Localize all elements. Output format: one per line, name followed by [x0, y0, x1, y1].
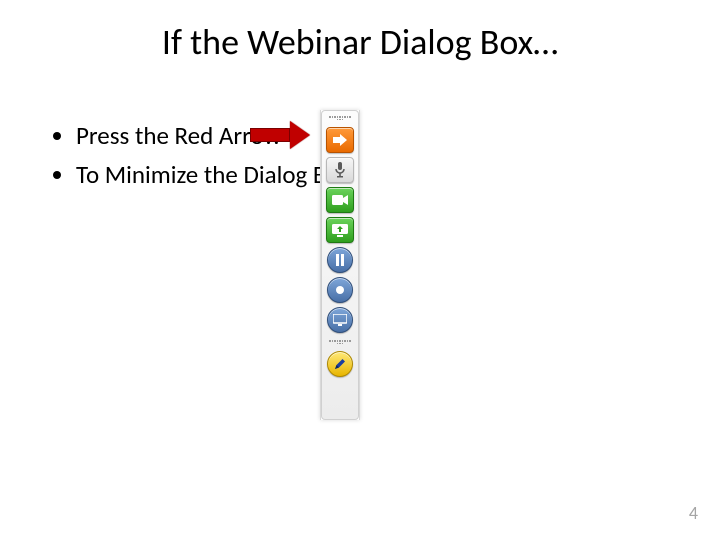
- pause-button[interactable]: [327, 247, 353, 273]
- pen-icon: [333, 357, 347, 371]
- drag-grip-icon[interactable]: [329, 339, 351, 345]
- webinar-toolbar: [320, 110, 360, 420]
- expand-arrow-button[interactable]: [326, 127, 354, 153]
- camera-icon: [332, 194, 348, 206]
- monitor-icon: [333, 314, 347, 326]
- screen-icon: [332, 224, 348, 237]
- microphone-icon: [334, 162, 346, 178]
- record-button[interactable]: [327, 277, 353, 303]
- slide: If the Webinar Dialog Box… Press the Red…: [0, 0, 720, 540]
- toolbar-panel: [321, 110, 359, 420]
- callout-arrow: [250, 121, 310, 149]
- drag-grip-icon[interactable]: [329, 115, 351, 121]
- arrow-head-icon: [290, 121, 310, 149]
- arrow-right-icon: [333, 134, 347, 146]
- webcam-button[interactable]: [326, 187, 354, 213]
- record-dot-icon: [335, 285, 345, 295]
- page-number: 4: [689, 502, 698, 524]
- arrow-shaft: [250, 128, 290, 142]
- screen-share-button[interactable]: [326, 217, 354, 243]
- microphone-button[interactable]: [326, 157, 354, 183]
- slide-title: If the Webinar Dialog Box…: [0, 20, 720, 64]
- bullet-item: To Minimize the Dialog Box: [76, 159, 350, 190]
- monitor-button[interactable]: [327, 307, 353, 333]
- pause-icon: [335, 254, 345, 266]
- draw-tools-button[interactable]: [327, 351, 353, 377]
